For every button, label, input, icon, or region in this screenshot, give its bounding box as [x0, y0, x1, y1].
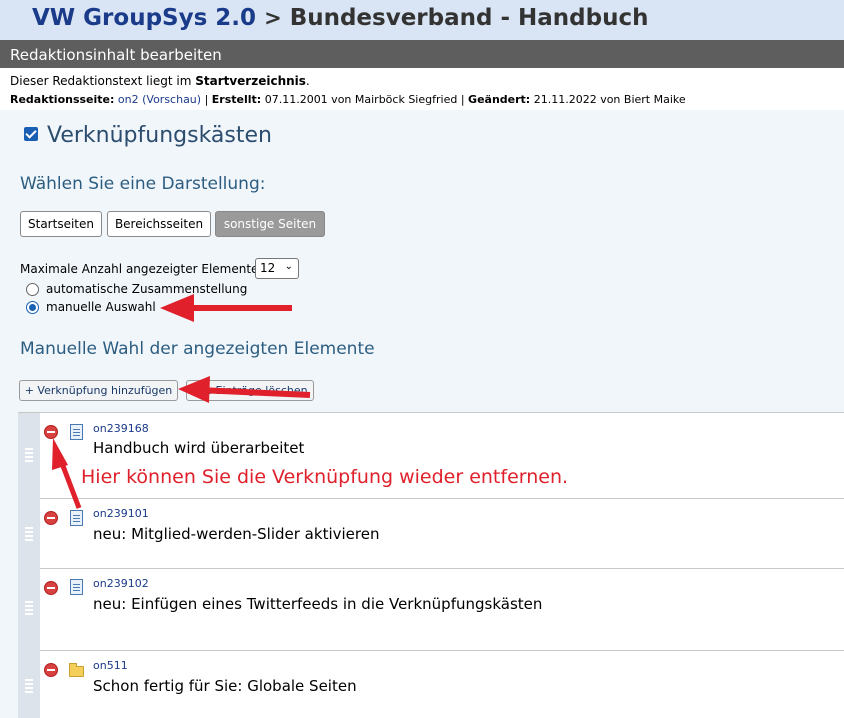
- remove-icon[interactable]: [44, 425, 58, 439]
- top-bar: VW GroupSys 2.0 > Bundesverband - Handbu…: [0, 0, 844, 40]
- clear-all-button[interactable]: alle Einträge löschen: [186, 380, 314, 401]
- module-checkbox[interactable]: [24, 127, 38, 141]
- drag-handle-icon[interactable]: [25, 527, 33, 543]
- breadcrumb: VW GroupSys 2.0 > Bundesverband - Handbu…: [32, 5, 649, 31]
- radio-automatic[interactable]: [26, 283, 39, 296]
- page-title: Bundesverband - Handbuch: [289, 5, 649, 31]
- display-heading: Wählen Sie eine Darstellung:: [20, 174, 266, 194]
- item-id[interactable]: on239102: [93, 577, 149, 590]
- location-name: Startverzeichnis: [195, 74, 306, 88]
- sonstige-seiten-button[interactable]: sonstige Seiten: [215, 211, 325, 237]
- radio-manual-label[interactable]: manuelle Auswahl: [46, 300, 156, 314]
- list-item: on511 Schon fertig für Sie: Globale Seit…: [25, 651, 844, 718]
- item-title: neu: Mitglied-werden-Slider aktivieren: [93, 525, 380, 543]
- add-link-button[interactable]: + Verknüpfung hinzufügen: [19, 380, 178, 401]
- section-bar: Redaktionsinhalt bearbeiten: [0, 40, 844, 68]
- document-icon: [70, 424, 83, 440]
- item-title: Handbuch wird überarbeitet: [93, 439, 305, 457]
- radio-manual[interactable]: [26, 301, 39, 314]
- preview-link[interactable]: on2 (Vorschau): [118, 93, 201, 106]
- item-title: Schon fertig für Sie: Globale Seiten: [93, 677, 357, 695]
- manual-heading: Manuelle Wahl der angezeigten Elemente: [20, 339, 375, 359]
- startseiten-button[interactable]: Startseiten: [20, 211, 102, 237]
- drag-handle-icon[interactable]: [25, 679, 33, 695]
- remove-icon[interactable]: [44, 511, 58, 525]
- remove-icon[interactable]: [44, 581, 58, 595]
- item-id[interactable]: on239101: [93, 507, 149, 520]
- item-title: neu: Einfügen eines Twitterfeeds in die …: [93, 595, 543, 613]
- max-elements-label: Maximale Anzahl angezeigter Elemente:: [20, 262, 263, 276]
- linked-items-list: on239168 Handbuch wird überarbeitet on23…: [18, 412, 844, 718]
- bereichsseiten-button[interactable]: Bereichsseiten: [107, 211, 211, 237]
- remove-icon[interactable]: [44, 663, 58, 677]
- module-title: Verknüpfungskästen: [47, 123, 272, 148]
- meta-info: Redaktionsseite: on2 (Vorschau) | Erstel…: [10, 93, 686, 106]
- drag-handle-icon[interactable]: [25, 448, 33, 464]
- drag-handle-icon[interactable]: [25, 601, 33, 617]
- list-item: on239102 neu: Einfügen eines Twitterfeed…: [25, 569, 844, 651]
- item-id[interactable]: on511: [93, 659, 128, 672]
- max-elements-select[interactable]: 12 ⌄: [255, 258, 299, 279]
- list-item: on239101 neu: Mitglied-werden-Slider akt…: [25, 499, 844, 569]
- radio-automatic-label[interactable]: automatische Zusammenstellung: [46, 282, 247, 296]
- folder-icon: [69, 663, 84, 677]
- breadcrumb-separator: >: [264, 6, 282, 30]
- document-icon: [70, 510, 83, 526]
- location-info: Dieser Redaktionstext liegt im Startverz…: [10, 74, 310, 88]
- document-icon: [70, 579, 83, 595]
- item-id[interactable]: on239168: [93, 422, 149, 435]
- annotation-text: Hier können Sie die Verknüpfung wieder e…: [81, 466, 569, 488]
- brand-link[interactable]: VW GroupSys 2.0: [32, 5, 256, 31]
- chevron-down-icon: ⌄: [284, 261, 293, 272]
